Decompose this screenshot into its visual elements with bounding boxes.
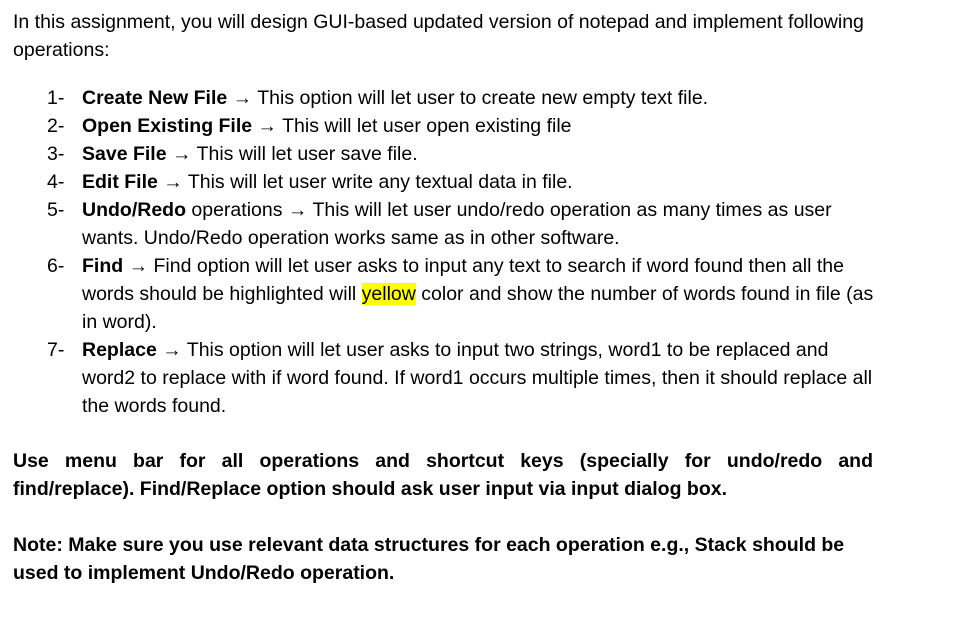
item-number: 1- bbox=[47, 87, 65, 109]
arrow-icon: → bbox=[287, 199, 308, 221]
arrow-icon: → bbox=[257, 115, 278, 137]
arrow-icon: → bbox=[128, 255, 149, 277]
item-description: This option will let user asks to input … bbox=[82, 339, 873, 417]
item-number: 3- bbox=[47, 143, 65, 165]
arrow-icon: → bbox=[163, 171, 183, 193]
menu-bar-instructions: Use menu bar for all operations and shor… bbox=[13, 447, 873, 503]
assignment-document: In this assignment, you will design GUI-… bbox=[0, 0, 956, 587]
item-title: Replace bbox=[82, 339, 157, 361]
list-item-save-file: 3- Save File → This will let user save f… bbox=[13, 140, 882, 168]
item-title-suffix: operations bbox=[185, 199, 283, 221]
list-item-open-existing-file: 2- Open Existing File → This will let us… bbox=[13, 112, 882, 140]
operations-list: 1- Create New File → This option will le… bbox=[13, 84, 956, 420]
item-title: Create New File bbox=[82, 87, 228, 109]
item-description: This will let user open existing file bbox=[282, 115, 572, 137]
item-description: This option will let user to create new … bbox=[257, 87, 709, 109]
item-number: 4- bbox=[47, 171, 65, 193]
item-title: Edit File bbox=[82, 171, 158, 193]
item-description: This will let user save file. bbox=[196, 143, 418, 165]
intro-paragraph: In this assignment, you will design GUI-… bbox=[13, 11, 864, 61]
arrow-icon: → bbox=[162, 339, 182, 361]
item-number: 2- bbox=[47, 115, 65, 137]
item-description: This will let user write any textual dat… bbox=[187, 171, 573, 193]
list-item-replace: 7- Replace → This option will let user a… bbox=[13, 336, 882, 420]
list-item-edit-file: 4- Edit File → This will let user write … bbox=[13, 168, 882, 196]
list-item-undo-redo: 5- Undo/Redo operations → This will let … bbox=[13, 196, 882, 252]
item-number: 5- bbox=[47, 199, 65, 221]
item-title: Open Existing File bbox=[82, 115, 253, 137]
highlighted-word: yellow bbox=[361, 283, 416, 305]
data-structures-note: Note: Make sure you use relevant data st… bbox=[13, 534, 845, 584]
item-number: 6- bbox=[47, 255, 65, 277]
list-item-find: 6- Find → Find option will let user asks… bbox=[13, 252, 882, 336]
item-number: 7- bbox=[47, 339, 65, 361]
menu-bar-instructions-line-1: Use menu bar for all operations and shor… bbox=[13, 450, 873, 472]
item-title: Save File bbox=[82, 143, 167, 165]
arrow-icon: → bbox=[171, 143, 192, 165]
item-title: Undo/Redo bbox=[82, 199, 186, 221]
item-title: Find bbox=[82, 255, 124, 277]
arrow-icon: → bbox=[232, 87, 253, 109]
list-item-create-new-file: 1- Create New File → This option will le… bbox=[13, 84, 882, 112]
menu-bar-instructions-line-2: find/replace). Find/Replace option shoul… bbox=[13, 478, 727, 500]
